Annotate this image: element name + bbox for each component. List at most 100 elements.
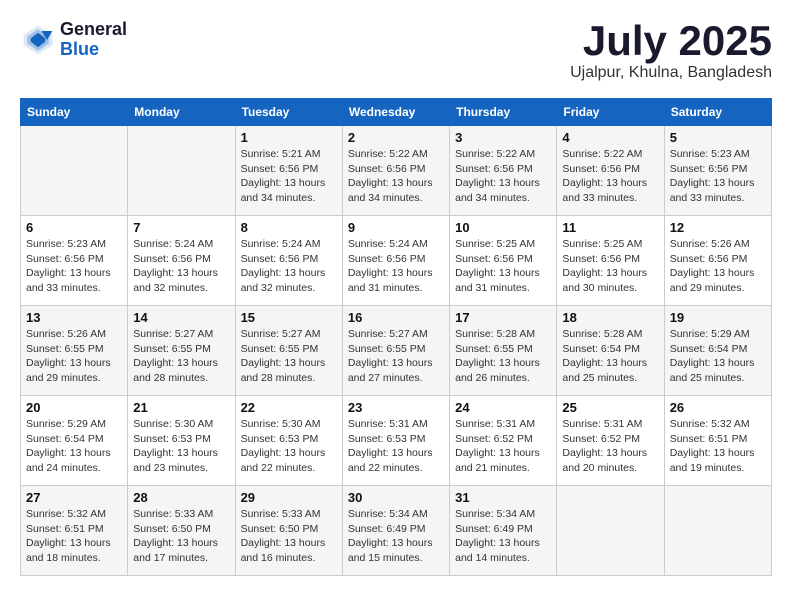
calendar-cell: 2Sunrise: 5:22 AMSunset: 6:56 PMDaylight… (342, 126, 449, 216)
day-number: 2 (348, 130, 444, 145)
header-cell-wednesday: Wednesday (342, 99, 449, 126)
day-info: Sunrise: 5:33 AMSunset: 6:50 PMDaylight:… (241, 507, 337, 566)
calendar-cell: 5 Sunrise: 5:23 AMSunset: 6:56 PMDaylight… (664, 126, 771, 216)
day-info: Sunrise: 5:34 AMSunset: 6:49 PMDaylight:… (455, 507, 551, 566)
day-number: 3 (455, 130, 551, 145)
day-info: Sunrise: 5:28 AMSunset: 6:55 PMDaylight:… (455, 327, 551, 386)
logo-icon (20, 22, 56, 58)
day-info: Sunrise: 5:30 AMSunset: 6:53 PMDaylight:… (133, 417, 229, 476)
calendar-cell: 10 Sunrise: 5:25 AMSunset: 6:56 PMDayligh… (450, 216, 557, 306)
calendar-cell: 28Sunrise: 5:33 AMSunset: 6:50 PMDayligh… (128, 486, 235, 576)
calendar-week-3: 13 Sunrise: 5:26 AMSunset: 6:55 PMDayligh… (21, 306, 772, 396)
day-number: 28 (133, 490, 229, 505)
calendar-cell: 29 Sunrise: 5:33 AMSunset: 6:50 PMDayligh… (235, 486, 342, 576)
calendar-cell: 7 Sunrise: 5:24 AMSunset: 6:56 PMDaylight… (128, 216, 235, 306)
calendar-cell: 23Sunrise: 5:31 AMSunset: 6:53 PMDayligh… (342, 396, 449, 486)
day-info: Sunrise: 5:31 AMSunset: 6:53 PMDaylight:… (348, 417, 444, 476)
title-block: July 2025 Ujalpur, Khulna, Bangladesh (570, 20, 772, 82)
calendar-week-1: 1Sunrise: 5:21 AMSunset: 6:56 PMDaylight… (21, 126, 772, 216)
calendar-cell: 6 Sunrise: 5:23 AMSunset: 6:56 PMDaylight… (21, 216, 128, 306)
day-number: 10 (455, 220, 551, 235)
day-info: Sunrise: 5:23 AMSunset: 6:56 PMDaylight:… (670, 147, 766, 206)
logo: General Blue (20, 20, 127, 60)
day-number: 26 (670, 400, 766, 415)
calendar-cell: 11 Sunrise: 5:25 AMSunset: 6:56 PMDayligh… (557, 216, 664, 306)
day-info: Sunrise: 5:25 AMSunset: 6:56 PMDaylight:… (562, 237, 658, 296)
day-number: 14 (133, 310, 229, 325)
calendar-week-5: 27 Sunrise: 5:32 AMSunset: 6:51 PMDayligh… (21, 486, 772, 576)
calendar-cell: 13 Sunrise: 5:26 AMSunset: 6:55 PMDayligh… (21, 306, 128, 396)
calendar-cell (128, 126, 235, 216)
day-number: 21 (133, 400, 229, 415)
day-info: Sunrise: 5:34 AMSunset: 6:49 PMDaylight:… (348, 507, 444, 566)
calendar-cell: 26 Sunrise: 5:32 AMSunset: 6:51 PMDayligh… (664, 396, 771, 486)
calendar-cell: 30 Sunrise: 5:34 AMSunset: 6:49 PMDayligh… (342, 486, 449, 576)
day-info: Sunrise: 5:22 AMSunset: 6:56 PMDaylight:… (455, 147, 551, 206)
calendar-cell: 16Sunrise: 5:27 AMSunset: 6:55 PMDayligh… (342, 306, 449, 396)
day-number: 29 (241, 490, 337, 505)
day-info: Sunrise: 5:28 AMSunset: 6:54 PMDaylight:… (562, 327, 658, 386)
day-info: Sunrise: 5:32 AMSunset: 6:51 PMDaylight:… (26, 507, 122, 566)
day-number: 12 (670, 220, 766, 235)
day-number: 20 (26, 400, 122, 415)
day-info: Sunrise: 5:24 AMSunset: 6:56 PMDaylight:… (348, 237, 444, 296)
calendar-cell: 20 Sunrise: 5:29 AMSunset: 6:54 PMDayligh… (21, 396, 128, 486)
day-info: Sunrise: 5:32 AMSunset: 6:51 PMDaylight:… (670, 417, 766, 476)
calendar-cell: 31 Sunrise: 5:34 AMSunset: 6:49 PMDayligh… (450, 486, 557, 576)
header-cell-saturday: Saturday (664, 99, 771, 126)
calendar-week-4: 20 Sunrise: 5:29 AMSunset: 6:54 PMDayligh… (21, 396, 772, 486)
day-number: 13 (26, 310, 122, 325)
day-info: Sunrise: 5:24 AMSunset: 6:56 PMDaylight:… (133, 237, 229, 296)
calendar-cell: 19Sunrise: 5:29 AMSunset: 6:54 PMDayligh… (664, 306, 771, 396)
day-number: 11 (562, 220, 658, 235)
day-number: 17 (455, 310, 551, 325)
day-number: 31 (455, 490, 551, 505)
day-number: 6 (26, 220, 122, 235)
header-cell-tuesday: Tuesday (235, 99, 342, 126)
day-number: 7 (133, 220, 229, 235)
header-row: SundayMondayTuesdayWednesdayThursdayFrid… (21, 99, 772, 126)
calendar-cell: 4Sunrise: 5:22 AMSunset: 6:56 PMDaylight… (557, 126, 664, 216)
day-number: 9 (348, 220, 444, 235)
day-number: 8 (241, 220, 337, 235)
calendar-cell: 3 Sunrise: 5:22 AMSunset: 6:56 PMDaylight… (450, 126, 557, 216)
page-header: General Blue July 2025 Ujalpur, Khulna, … (20, 20, 772, 82)
day-number: 22 (241, 400, 337, 415)
logo-text-line1: General (60, 20, 127, 40)
calendar-cell: 25 Sunrise: 5:31 AMSunset: 6:52 PMDayligh… (557, 396, 664, 486)
calendar-cell (557, 486, 664, 576)
day-number: 25 (562, 400, 658, 415)
calendar-cell: 27 Sunrise: 5:32 AMSunset: 6:51 PMDayligh… (21, 486, 128, 576)
day-info: Sunrise: 5:26 AMSunset: 6:55 PMDaylight:… (26, 327, 122, 386)
location-title: Ujalpur, Khulna, Bangladesh (570, 64, 772, 82)
calendar-cell: 15 Sunrise: 5:27 AMSunset: 6:55 PMDayligh… (235, 306, 342, 396)
day-info: Sunrise: 5:29 AMSunset: 6:54 PMDaylight:… (670, 327, 766, 386)
day-number: 1 (241, 130, 337, 145)
calendar-cell: 14 Sunrise: 5:27 AMSunset: 6:55 PMDayligh… (128, 306, 235, 396)
day-info: Sunrise: 5:27 AMSunset: 6:55 PMDaylight:… (133, 327, 229, 386)
day-info: Sunrise: 5:22 AMSunset: 6:56 PMDaylight:… (562, 147, 658, 206)
day-info: Sunrise: 5:27 AMSunset: 6:55 PMDaylight:… (241, 327, 337, 386)
day-number: 30 (348, 490, 444, 505)
calendar-cell: 1Sunrise: 5:21 AMSunset: 6:56 PMDaylight… (235, 126, 342, 216)
header-cell-friday: Friday (557, 99, 664, 126)
calendar-week-2: 6 Sunrise: 5:23 AMSunset: 6:56 PMDaylight… (21, 216, 772, 306)
calendar-cell: 12 Sunrise: 5:26 AMSunset: 6:56 PMDayligh… (664, 216, 771, 306)
header-cell-thursday: Thursday (450, 99, 557, 126)
day-info: Sunrise: 5:29 AMSunset: 6:54 PMDaylight:… (26, 417, 122, 476)
calendar-cell: 17 Sunrise: 5:28 AMSunset: 6:55 PMDayligh… (450, 306, 557, 396)
day-number: 5 (670, 130, 766, 145)
calendar-body: 1Sunrise: 5:21 AMSunset: 6:56 PMDaylight… (21, 126, 772, 576)
day-number: 24 (455, 400, 551, 415)
day-info: Sunrise: 5:30 AMSunset: 6:53 PMDaylight:… (241, 417, 337, 476)
day-number: 16 (348, 310, 444, 325)
header-cell-monday: Monday (128, 99, 235, 126)
day-info: Sunrise: 5:25 AMSunset: 6:56 PMDaylight:… (455, 237, 551, 296)
calendar-cell: 8Sunrise: 5:24 AMSunset: 6:56 PMDaylight… (235, 216, 342, 306)
day-info: Sunrise: 5:26 AMSunset: 6:56 PMDaylight:… (670, 237, 766, 296)
day-number: 15 (241, 310, 337, 325)
day-info: Sunrise: 5:31 AMSunset: 6:52 PMDaylight:… (562, 417, 658, 476)
calendar-cell (664, 486, 771, 576)
day-info: Sunrise: 5:23 AMSunset: 6:56 PMDaylight:… (26, 237, 122, 296)
day-number: 27 (26, 490, 122, 505)
